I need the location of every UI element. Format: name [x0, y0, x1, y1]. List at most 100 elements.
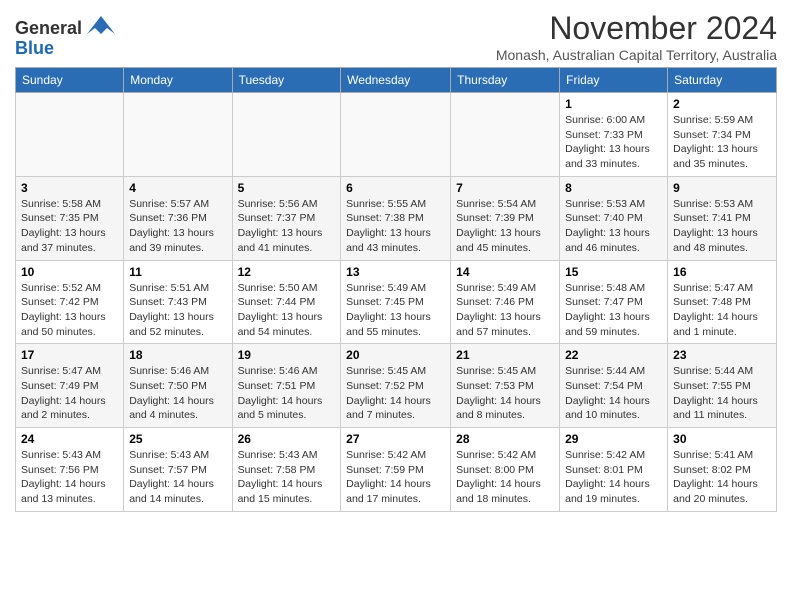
calendar-cell: 13Sunrise: 5:49 AMSunset: 7:45 PMDayligh… — [341, 260, 451, 344]
calendar-cell: 26Sunrise: 5:43 AMSunset: 7:58 PMDayligh… — [232, 428, 341, 512]
day-number: 15 — [565, 265, 662, 279]
calendar-cell: 19 Sunrise: 5:46 AMSunset: 7:51 PMDayligh… — [232, 344, 341, 428]
calendar-cell — [16, 93, 124, 177]
logo-bird-icon — [87, 16, 115, 34]
calendar-cell: 28 Sunrise: 5:42 AMSunset: 8:00 PMDayligh… — [451, 428, 560, 512]
title-area: November 2024 Monash, Australian Capital… — [496, 10, 777, 63]
day-info: Sunrise: 5:46 AMSunset: 7:50 PMDaylight:… — [129, 364, 226, 423]
day-info: Sunrise: 5:48 AMSunset: 7:47 PMDaylight:… — [565, 281, 662, 340]
day-info: Sunrise: 5:45 AMSunset: 7:52 PMDaylight:… — [346, 364, 445, 423]
calendar-cell: 10Sunrise: 5:52 AMSunset: 7:42 PMDayligh… — [16, 260, 124, 344]
page-header: General Blue November 2024 Monash, Austr… — [15, 10, 777, 63]
calendar-cell: 21 Sunrise: 5:45 AMSunset: 7:53 PMDayligh… — [451, 344, 560, 428]
calendar-week-1: 1 Sunrise: 6:00 AMSunset: 7:33 PMDaylight… — [16, 93, 777, 177]
calendar-week-2: 3Sunrise: 5:58 AMSunset: 7:35 PMDaylight… — [16, 176, 777, 260]
day-number: 16 — [673, 265, 771, 279]
day-info: Sunrise: 5:46 AMSunset: 7:51 PMDaylight:… — [238, 364, 336, 423]
calendar-cell: 11 Sunrise: 5:51 AMSunset: 7:43 PMDayligh… — [124, 260, 232, 344]
day-number: 29 — [565, 432, 662, 446]
calendar-cell — [341, 93, 451, 177]
calendar-header-row: SundayMondayTuesdayWednesdayThursdayFrid… — [16, 68, 777, 93]
day-number: 26 — [238, 432, 336, 446]
calendar-table: SundayMondayTuesdayWednesdayThursdayFrid… — [15, 67, 777, 512]
logo-general-text: General — [15, 18, 82, 38]
day-info: Sunrise: 5:53 AMSunset: 7:41 PMDaylight:… — [673, 197, 771, 256]
day-info: Sunrise: 5:41 AMSunset: 8:02 PMDaylight:… — [673, 448, 771, 507]
calendar-cell: 25 Sunrise: 5:43 AMSunset: 7:57 PMDayligh… — [124, 428, 232, 512]
day-number: 28 — [456, 432, 554, 446]
day-number: 13 — [346, 265, 445, 279]
weekday-header-tuesday: Tuesday — [232, 68, 341, 93]
calendar-cell: 20 Sunrise: 5:45 AMSunset: 7:52 PMDayligh… — [341, 344, 451, 428]
day-number: 14 — [456, 265, 554, 279]
calendar-cell: 24Sunrise: 5:43 AMSunset: 7:56 PMDayligh… — [16, 428, 124, 512]
location-subtitle: Monash, Australian Capital Territory, Au… — [496, 47, 777, 63]
calendar-cell: 23 Sunrise: 5:44 AMSunset: 7:55 PMDayligh… — [668, 344, 777, 428]
weekday-header-wednesday: Wednesday — [341, 68, 451, 93]
calendar-cell: 2 Sunrise: 5:59 AMSunset: 7:34 PMDaylight… — [668, 93, 777, 177]
day-number: 6 — [346, 181, 445, 195]
day-number: 1 — [565, 97, 662, 111]
day-info: Sunrise: 5:47 AMSunset: 7:49 PMDaylight:… — [21, 364, 118, 423]
month-title: November 2024 — [496, 10, 777, 47]
logo: General Blue — [15, 16, 115, 57]
day-info: Sunrise: 5:53 AMSunset: 7:40 PMDaylight:… — [565, 197, 662, 256]
day-info: Sunrise: 6:00 AMSunset: 7:33 PMDaylight:… — [565, 113, 662, 172]
day-number: 24 — [21, 432, 118, 446]
day-info: Sunrise: 5:55 AMSunset: 7:38 PMDaylight:… — [346, 197, 445, 256]
day-info: Sunrise: 5:59 AMSunset: 7:34 PMDaylight:… — [673, 113, 771, 172]
day-info: Sunrise: 5:51 AMSunset: 7:43 PMDaylight:… — [129, 281, 226, 340]
calendar-week-4: 17 Sunrise: 5:47 AMSunset: 7:49 PMDayligh… — [16, 344, 777, 428]
day-number: 7 — [456, 181, 554, 195]
calendar-cell: 15 Sunrise: 5:48 AMSunset: 7:47 PMDayligh… — [560, 260, 668, 344]
calendar-cell: 29 Sunrise: 5:42 AMSunset: 8:01 PMDayligh… — [560, 428, 668, 512]
calendar-cell: 22Sunrise: 5:44 AMSunset: 7:54 PMDayligh… — [560, 344, 668, 428]
calendar-cell — [232, 93, 341, 177]
calendar-cell: 17 Sunrise: 5:47 AMSunset: 7:49 PMDayligh… — [16, 344, 124, 428]
day-info: Sunrise: 5:44 AMSunset: 7:55 PMDaylight:… — [673, 364, 771, 423]
day-info: Sunrise: 5:44 AMSunset: 7:54 PMDaylight:… — [565, 364, 662, 423]
calendar-cell: 9Sunrise: 5:53 AMSunset: 7:41 PMDaylight… — [668, 176, 777, 260]
day-info: Sunrise: 5:42 AMSunset: 8:00 PMDaylight:… — [456, 448, 554, 507]
calendar-cell: 14 Sunrise: 5:49 AMSunset: 7:46 PMDayligh… — [451, 260, 560, 344]
calendar-cell: 18 Sunrise: 5:46 AMSunset: 7:50 PMDayligh… — [124, 344, 232, 428]
day-info: Sunrise: 5:57 AMSunset: 7:36 PMDaylight:… — [129, 197, 226, 256]
day-number: 21 — [456, 348, 554, 362]
calendar-cell: 6 Sunrise: 5:55 AMSunset: 7:38 PMDaylight… — [341, 176, 451, 260]
day-number: 20 — [346, 348, 445, 362]
day-info: Sunrise: 5:42 AMSunset: 8:01 PMDaylight:… — [565, 448, 662, 507]
day-number: 17 — [21, 348, 118, 362]
calendar-week-3: 10Sunrise: 5:52 AMSunset: 7:42 PMDayligh… — [16, 260, 777, 344]
calendar-cell — [124, 93, 232, 177]
day-number: 25 — [129, 432, 226, 446]
day-info: Sunrise: 5:45 AMSunset: 7:53 PMDaylight:… — [456, 364, 554, 423]
day-info: Sunrise: 5:54 AMSunset: 7:39 PMDaylight:… — [456, 197, 554, 256]
weekday-header-saturday: Saturday — [668, 68, 777, 93]
day-info: Sunrise: 5:43 AMSunset: 7:57 PMDaylight:… — [129, 448, 226, 507]
calendar-cell: 1 Sunrise: 6:00 AMSunset: 7:33 PMDaylight… — [560, 93, 668, 177]
day-number: 30 — [673, 432, 771, 446]
calendar-cell: 12Sunrise: 5:50 AMSunset: 7:44 PMDayligh… — [232, 260, 341, 344]
weekday-header-friday: Friday — [560, 68, 668, 93]
day-number: 11 — [129, 265, 226, 279]
day-number: 10 — [21, 265, 118, 279]
day-number: 3 — [21, 181, 118, 195]
day-number: 23 — [673, 348, 771, 362]
calendar-cell: 5 Sunrise: 5:56 AMSunset: 7:37 PMDaylight… — [232, 176, 341, 260]
day-info: Sunrise: 5:50 AMSunset: 7:44 PMDaylight:… — [238, 281, 336, 340]
day-number: 5 — [238, 181, 336, 195]
day-number: 19 — [238, 348, 336, 362]
calendar-cell: 27Sunrise: 5:42 AMSunset: 7:59 PMDayligh… — [341, 428, 451, 512]
calendar-cell: 30 Sunrise: 5:41 AMSunset: 8:02 PMDayligh… — [668, 428, 777, 512]
day-info: Sunrise: 5:56 AMSunset: 7:37 PMDaylight:… — [238, 197, 336, 256]
calendar-cell: 8 Sunrise: 5:53 AMSunset: 7:40 PMDaylight… — [560, 176, 668, 260]
day-info: Sunrise: 5:49 AMSunset: 7:46 PMDaylight:… — [456, 281, 554, 340]
day-number: 18 — [129, 348, 226, 362]
calendar-week-5: 24Sunrise: 5:43 AMSunset: 7:56 PMDayligh… — [16, 428, 777, 512]
weekday-header-sunday: Sunday — [16, 68, 124, 93]
day-number: 8 — [565, 181, 662, 195]
weekday-header-monday: Monday — [124, 68, 232, 93]
day-info: Sunrise: 5:42 AMSunset: 7:59 PMDaylight:… — [346, 448, 445, 507]
day-number: 2 — [673, 97, 771, 111]
calendar-cell: 3Sunrise: 5:58 AMSunset: 7:35 PMDaylight… — [16, 176, 124, 260]
